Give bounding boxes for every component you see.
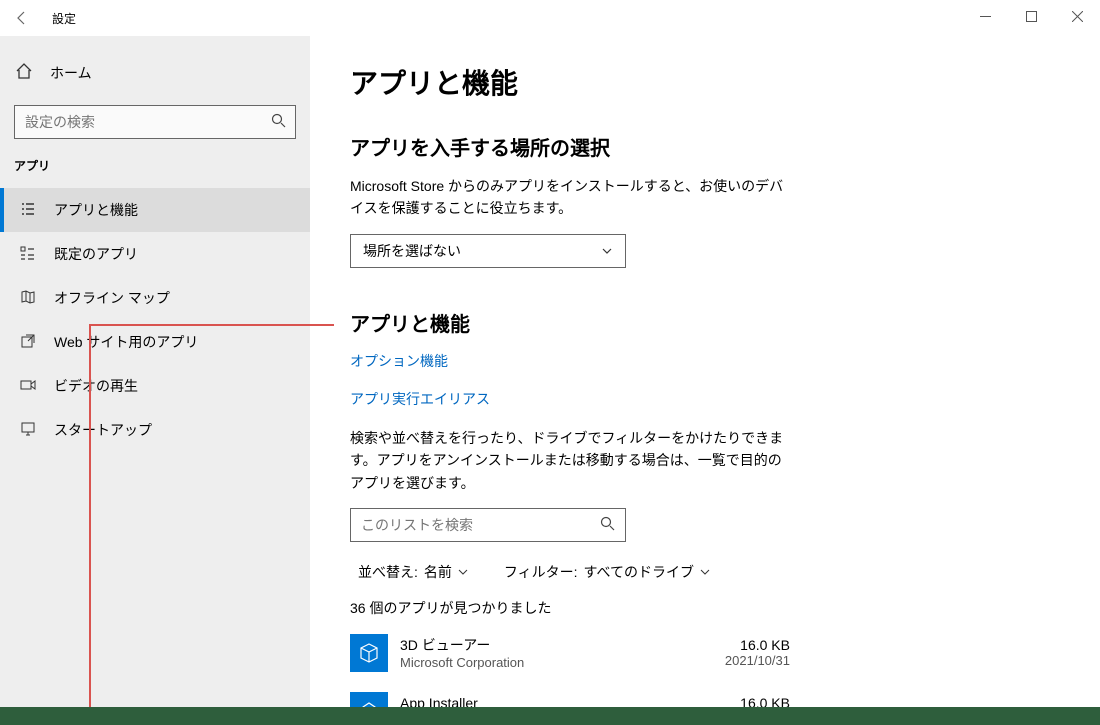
close-button[interactable] <box>1054 0 1100 32</box>
search-icon <box>271 113 286 131</box>
app-icon-3dviewer <box>350 634 388 672</box>
filter-control[interactable]: フィルター: すべてのドライブ <box>504 562 710 582</box>
defaults-icon <box>18 245 38 264</box>
app-filter-search[interactable] <box>350 508 626 542</box>
sidebar-search[interactable] <box>14 105 296 139</box>
maximize-button[interactable] <box>1008 0 1054 32</box>
minimize-icon <box>980 11 991 22</box>
window-controls <box>962 0 1100 32</box>
sidebar-item-label: ビデオの再生 <box>54 376 138 396</box>
sidebar-item-label: オフライン マップ <box>54 288 170 308</box>
where-heading: アプリを入手する場所の選択 <box>350 132 1060 161</box>
open-icon <box>18 333 38 352</box>
arrow-left-icon <box>14 10 30 26</box>
sidebar-item-label: スタートアップ <box>54 420 152 440</box>
bottom-bar <box>0 707 1100 725</box>
search-input[interactable] <box>14 105 296 139</box>
optional-features-link[interactable]: オプション機能 <box>350 351 1060 371</box>
startup-icon <box>18 421 38 440</box>
dropdown-value: 場所を選ばない <box>363 241 461 261</box>
chevron-down-icon <box>458 567 468 577</box>
filter-label: フィルター: <box>504 562 578 582</box>
maximize-icon <box>1026 11 1037 22</box>
sidebar: ホーム アプリ アプリと機能 既定のアプリ オフライン マップ <box>0 36 310 725</box>
home-icon <box>14 62 34 83</box>
close-icon <box>1072 11 1083 22</box>
sidebar-home[interactable]: ホーム <box>0 52 310 93</box>
chevron-down-icon <box>700 567 710 577</box>
filter-value: すべてのドライブ <box>584 562 694 582</box>
list-icon <box>18 201 38 220</box>
app-aliases-link[interactable]: アプリ実行エイリアス <box>350 389 1060 409</box>
content-area: アプリと機能 アプリを入手する場所の選択 Microsoft Store からの… <box>310 36 1100 725</box>
where-description: Microsoft Store からのみアプリをインストールすると、お使いのデバ… <box>350 175 790 220</box>
minimize-button[interactable] <box>962 0 1008 32</box>
sidebar-item-startup[interactable]: スタートアップ <box>0 408 310 452</box>
sort-value: 名前 <box>424 562 452 582</box>
sort-control[interactable]: 並べ替え: 名前 <box>358 562 468 582</box>
sidebar-item-label: アプリと機能 <box>54 200 138 220</box>
titlebar: 設定 <box>0 0 1100 36</box>
sidebar-item-offline-maps[interactable]: オフライン マップ <box>0 276 310 320</box>
page-title: アプリと機能 <box>350 62 1060 102</box>
app-item[interactable]: 3D ビューアー Microsoft Corporation 16.0 KB 2… <box>350 634 790 672</box>
sidebar-item-video-playback[interactable]: ビデオの再生 <box>0 364 310 408</box>
filter-input[interactable] <box>351 509 625 541</box>
sidebar-item-website-apps[interactable]: Web サイト用のアプリ <box>0 320 310 364</box>
sidebar-item-apps-features[interactable]: アプリと機能 <box>0 188 310 232</box>
video-icon <box>18 377 38 396</box>
window-title: 設定 <box>52 10 76 27</box>
app-size: 16.0 KB <box>725 637 790 653</box>
sidebar-item-label: 既定のアプリ <box>54 244 138 264</box>
app-name: 3D ビューアー <box>400 635 524 655</box>
map-icon <box>18 289 38 308</box>
sidebar-category: アプリ <box>0 157 310 174</box>
sidebar-item-default-apps[interactable]: 既定のアプリ <box>0 232 310 276</box>
sort-label: 並べ替え: <box>358 562 418 582</box>
search-icon <box>600 516 615 534</box>
chevron-down-icon <box>601 245 613 257</box>
result-count: 36 個のアプリが見つかりました <box>350 598 1060 618</box>
back-button[interactable] <box>0 0 44 36</box>
sort-filter-row: 並べ替え: 名前 フィルター: すべてのドライブ <box>350 562 1060 582</box>
app-vendor: Microsoft Corporation <box>400 655 524 670</box>
source-dropdown[interactable]: 場所を選ばない <box>350 234 626 268</box>
sidebar-item-label: Web サイト用のアプリ <box>54 332 198 352</box>
apps-heading: アプリと機能 <box>350 308 1060 337</box>
filter-description: 検索や並べ替えを行ったり、ドライブでフィルターをかけたりできます。アプリをアンイ… <box>350 427 790 494</box>
app-date: 2021/10/31 <box>725 653 790 668</box>
sidebar-home-label: ホーム <box>50 63 92 83</box>
